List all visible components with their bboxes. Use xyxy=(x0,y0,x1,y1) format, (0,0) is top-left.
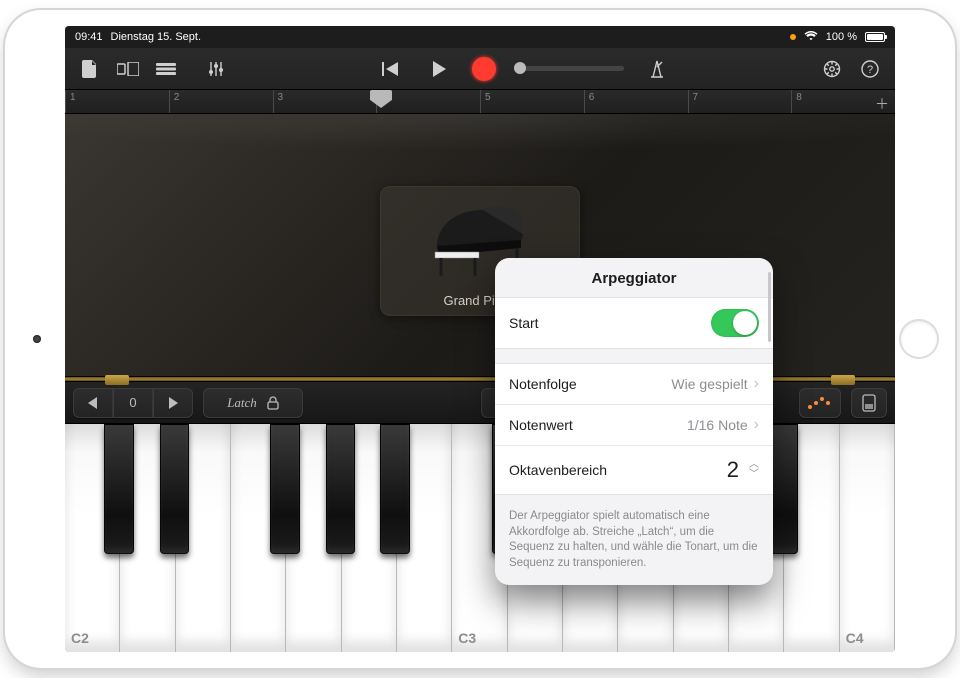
octave-range-row: Oktavenbereich 2 ︿ ﹀ xyxy=(495,446,773,494)
white-key[interactable] xyxy=(397,424,452,652)
screen: 09:41 Dienstag 15. Sept. 100 % xyxy=(65,26,895,652)
status-bar: 09:41 Dienstag 15. Sept. 100 % xyxy=(65,26,895,48)
ruler-bar[interactable]: 7 xyxy=(688,90,792,113)
octave-up-button[interactable] xyxy=(153,388,193,418)
fx-button[interactable] xyxy=(201,55,231,83)
start-toggle[interactable] xyxy=(711,309,759,337)
stepper-up-icon[interactable]: ︿ xyxy=(749,461,759,469)
stepper-down-icon[interactable]: ﹀ xyxy=(749,471,759,479)
white-key[interactable] xyxy=(231,424,286,652)
play-button[interactable] xyxy=(424,55,454,83)
record-button[interactable] xyxy=(472,57,496,81)
mic-indicator-dot xyxy=(790,34,796,40)
settings-button[interactable] xyxy=(817,55,847,83)
rewind-button[interactable] xyxy=(376,55,406,83)
battery-icon xyxy=(865,32,885,42)
lock-icon xyxy=(267,396,279,410)
app-toolbar: ? xyxy=(65,48,895,90)
ruler-bar[interactable]: 5 xyxy=(480,90,584,113)
octave-range-label: Oktavenbereich xyxy=(509,462,607,478)
ruler-bar[interactable]: 1 xyxy=(65,90,169,113)
white-key[interactable]: C2 xyxy=(65,424,120,652)
status-date: Dienstag 15. Sept. xyxy=(111,31,202,43)
chevron-right-icon: › xyxy=(754,375,759,393)
scroll-indicator xyxy=(768,272,771,342)
white-key[interactable] xyxy=(286,424,341,652)
octave-range-value: 2 xyxy=(715,457,739,483)
note-rate-row[interactable]: Notenwert 1/16 Note › xyxy=(495,405,773,446)
home-button[interactable] xyxy=(899,319,939,359)
timeline-ruler[interactable]: 1 2 3 4 5 6 7 8 ＋ xyxy=(65,90,895,114)
arpeggiator-button[interactable] xyxy=(799,388,841,418)
metronome-button[interactable] xyxy=(642,55,672,83)
master-volume-slider[interactable] xyxy=(514,66,624,71)
octave-value: 0 xyxy=(113,388,153,418)
octave-down-button[interactable] xyxy=(73,388,113,418)
status-time: 09:41 xyxy=(75,31,103,43)
arpeggiator-popover: Arpeggiator Start Notenfolge Wie gespiel… xyxy=(495,258,773,585)
white-key[interactable] xyxy=(342,424,397,652)
wifi-icon xyxy=(804,31,818,44)
key-label-c4: C4 xyxy=(846,630,864,646)
latch-button[interactable]: Latch xyxy=(203,388,303,418)
ruler-bar[interactable]: 3 xyxy=(273,90,377,113)
front-camera xyxy=(33,335,41,343)
add-section-button[interactable]: ＋ xyxy=(875,94,889,114)
help-button[interactable]: ? xyxy=(855,55,885,83)
key-label-c3: C3 xyxy=(458,630,476,646)
note-order-value: Wie gespielt xyxy=(671,376,747,392)
ruler-bar[interactable]: 6 xyxy=(584,90,688,113)
svg-text:?: ? xyxy=(867,64,873,76)
white-key[interactable] xyxy=(120,424,175,652)
popover-footer-text: Der Arpeggiator spielt automatisch eine … xyxy=(495,509,773,585)
battery-pct: 100 % xyxy=(826,31,857,43)
white-key[interactable] xyxy=(176,424,231,652)
white-key[interactable] xyxy=(784,424,839,652)
browser-button[interactable] xyxy=(113,55,143,83)
tracks-button[interactable] xyxy=(151,55,181,83)
latch-label: Latch xyxy=(227,395,257,411)
ipad-frame: 09:41 Dienstag 15. Sept. 100 % xyxy=(5,10,955,668)
chevron-right-icon: › xyxy=(754,416,759,434)
ruler-bar[interactable]: 2 xyxy=(169,90,273,113)
start-label: Start xyxy=(509,315,539,331)
note-rate-label: Notenwert xyxy=(509,417,573,433)
octave-selector: 0 xyxy=(73,388,193,418)
note-rate-value: 1/16 Note xyxy=(687,417,748,433)
white-key[interactable]: C4 xyxy=(840,424,895,652)
keyboard-layout-button[interactable] xyxy=(851,388,887,418)
popover-title: Arpeggiator xyxy=(495,258,773,297)
key-label-c2: C2 xyxy=(71,630,89,646)
note-order-label: Notenfolge xyxy=(509,376,577,392)
mysongs-button[interactable] xyxy=(75,55,105,83)
arpeggiator-start-row: Start xyxy=(495,298,773,348)
note-order-row[interactable]: Notenfolge Wie gespielt › xyxy=(495,364,773,405)
octave-range-stepper[interactable]: 2 ︿ ﹀ xyxy=(715,457,759,483)
